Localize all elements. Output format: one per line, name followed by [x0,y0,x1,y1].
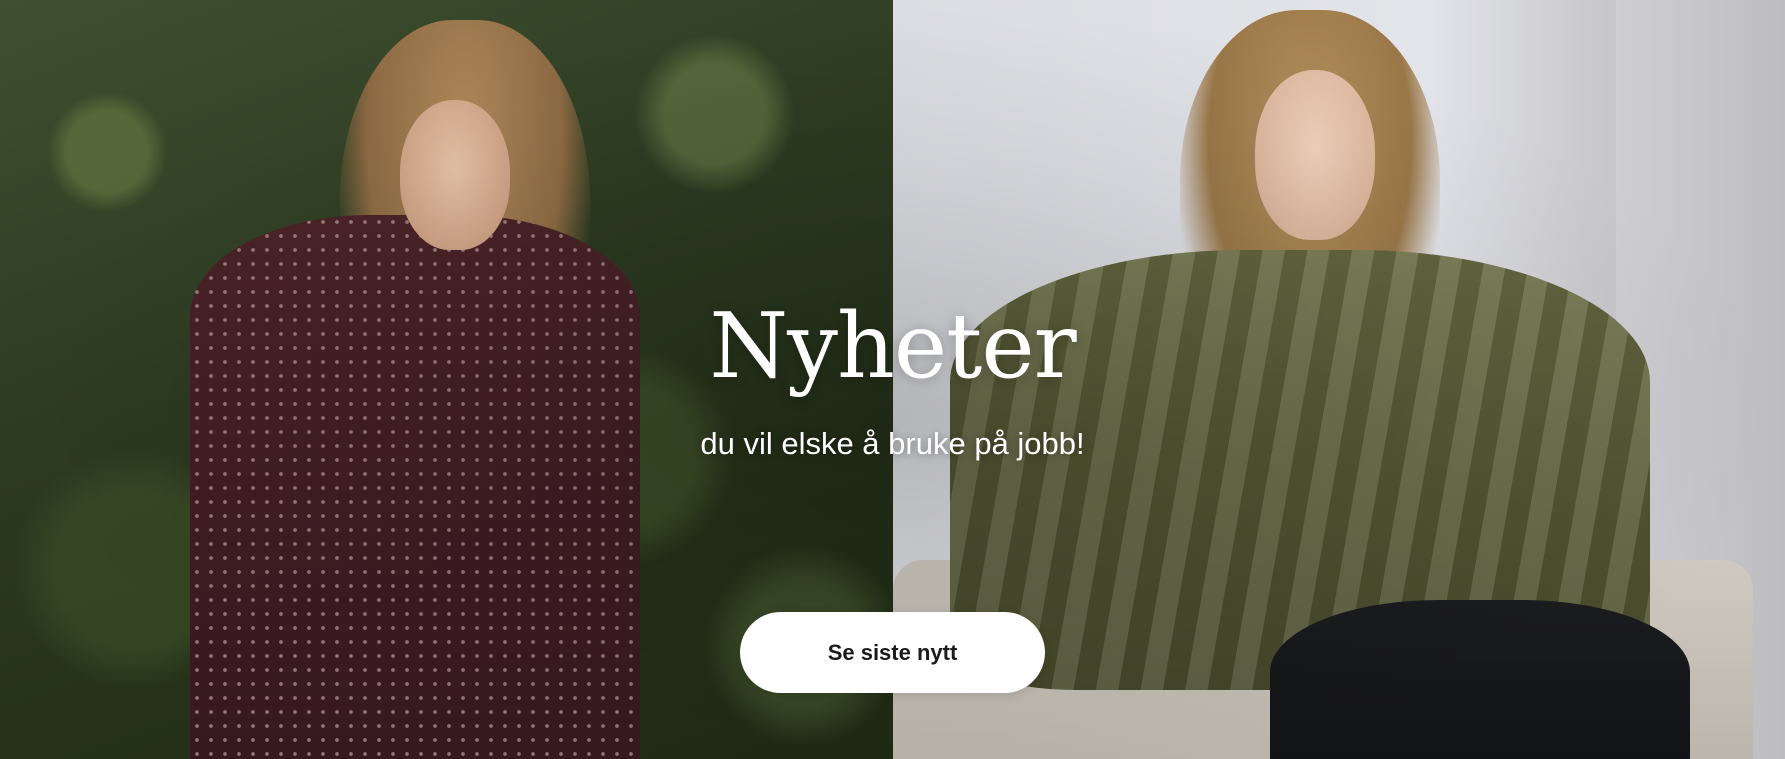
hero-title: Nyheter [709,294,1076,399]
hero-banner: Nyheter du vil elske å bruke på jobb! Se… [0,0,1785,759]
hero-content: Nyheter du vil elske å bruke på jobb! Se… [0,0,1785,759]
see-latest-button[interactable]: Se siste nytt [740,612,1045,693]
hero-subtitle: du vil elske å bruke på jobb! [700,426,1085,461]
